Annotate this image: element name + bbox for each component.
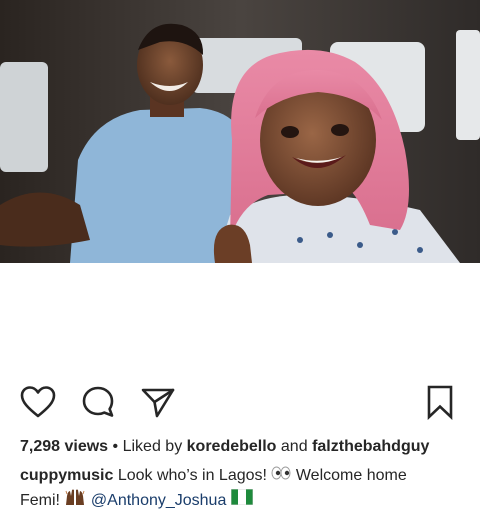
save-button[interactable] [420,382,460,422]
caption-username[interactable]: cuppymusic [20,467,113,484]
and-label: and [280,438,308,455]
comment-button[interactable] [78,382,118,422]
like-button[interactable] [18,382,58,422]
caption: cuppymusic Look who’s in Lagos! Welcome … [20,464,470,513]
liked-user-link[interactable]: koredebello [187,438,277,455]
post-video[interactable] [0,0,480,263]
eyes-emoji-icon [271,464,291,488]
paper-plane-icon [141,388,175,418]
mention-link[interactable]: @Anthony_Joshua [91,492,226,509]
video-frame-illustration [0,0,480,263]
comment-bubble-icon [82,386,114,417]
heart-icon [20,386,56,418]
share-button[interactable] [138,382,178,422]
liked-user-link[interactable]: falzthebahdguy [312,438,429,455]
separator-dot: • [112,438,119,455]
liked-by-label: Liked by [122,438,183,455]
nigeria-flag-emoji-icon [230,488,254,513]
views-liked-line: 7,298 views • Liked by koredebello and f… [20,436,470,458]
caption-text: Look who’s in Lagos! [117,467,267,485]
views-count[interactable]: 7,298 views [20,438,108,455]
raised-hands-emoji-icon [64,488,86,513]
caption-text: Femi! [20,492,60,510]
media-blank-area [0,263,480,373]
action-bar [0,378,480,428]
bookmark-icon [427,385,453,420]
instagram-post: 7,298 views • Liked by koredebello and f… [0,0,480,513]
post-meta: 7,298 views • Liked by koredebello and f… [20,436,470,513]
caption-text: Welcome home [295,467,407,485]
